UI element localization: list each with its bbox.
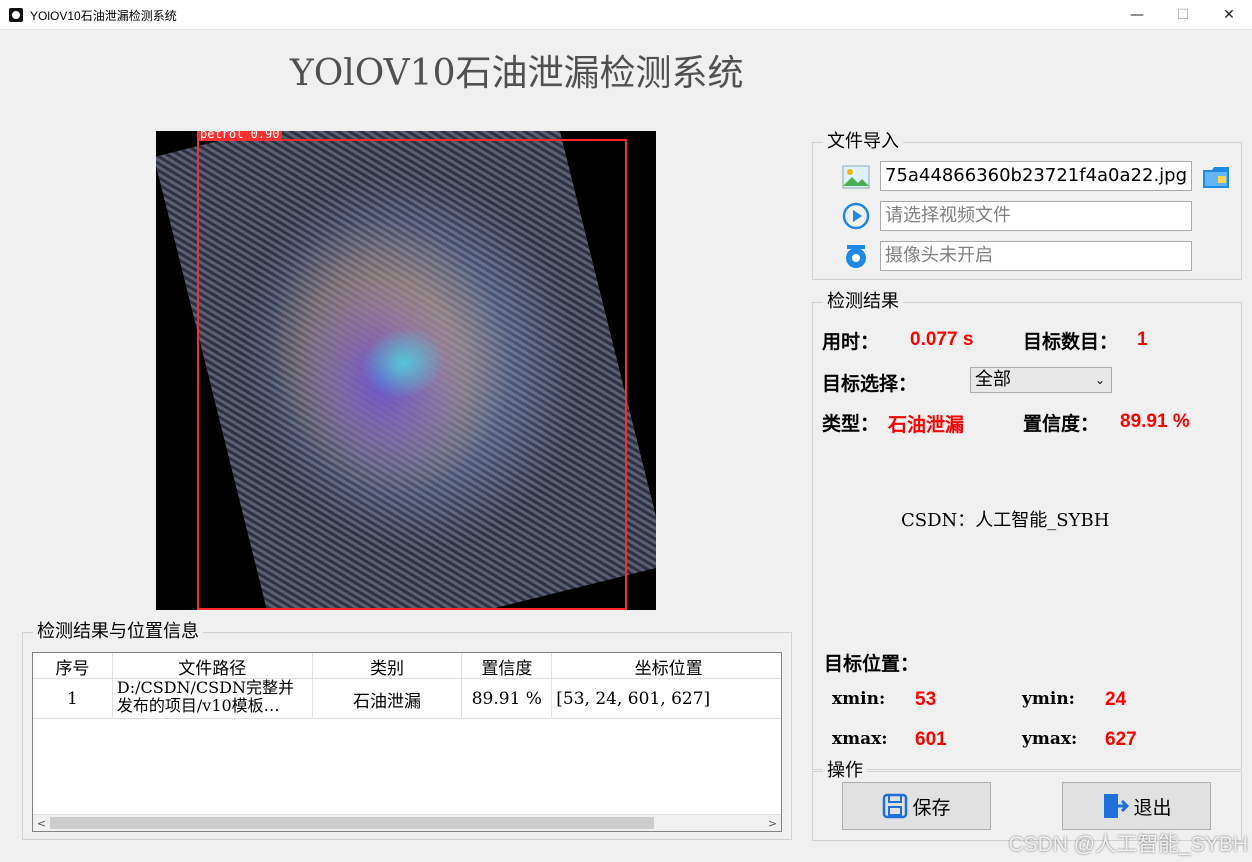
- table-header: 序号 文件路径 类别 置信度 坐标位置: [33, 653, 781, 679]
- image-file-field[interactable]: 75a44866360b23721f4a0a22.jpg: [880, 161, 1192, 191]
- table-row[interactable]: 1 D:/CSDN/CSDN完整并 发布的项目/v10模板… 石油泄漏 89.9…: [33, 679, 781, 719]
- xmin-label: xmin:: [832, 689, 886, 709]
- confidence-value: 89.91 %: [1120, 411, 1190, 432]
- cell-path: D:/CSDN/CSDN完整并 发布的项目/v10模板…: [113, 679, 313, 719]
- time-label: 用时：: [822, 331, 880, 353]
- type-value: 石油泄漏: [888, 414, 965, 436]
- operations-title: 操作: [823, 760, 867, 782]
- ymin-label: ymin:: [1022, 689, 1075, 709]
- detection-label: petrol 0.90: [197, 131, 283, 141]
- window-title: YOlOV10石油泄漏检测系统: [30, 9, 177, 23]
- save-label: 保存: [912, 796, 951, 819]
- header-confidence[interactable]: 置信度: [462, 653, 553, 679]
- cell-category: 石油泄漏: [313, 679, 463, 719]
- cell-coords: [53, 24, 601, 627]: [556, 689, 711, 709]
- app-icon: [9, 8, 23, 22]
- exit-label: 退出: [1133, 796, 1172, 819]
- exit-icon: [1104, 794, 1130, 818]
- ymax-label: ymax:: [1022, 729, 1078, 749]
- ymax-value: 627: [1105, 729, 1137, 750]
- scroll-left-icon[interactable]: <: [33, 815, 50, 831]
- results-table-title: 检测结果与位置信息: [33, 621, 203, 643]
- cell-confidence: 89.91 %: [462, 679, 553, 719]
- title-bar: YOlOV10石油泄漏检测系统 — ☐ ✕: [0, 0, 1252, 30]
- target-select-value: 全部: [975, 369, 1011, 390]
- confidence-label: 置信度：: [1023, 413, 1100, 435]
- save-button[interactable]: 保存: [842, 782, 991, 830]
- target-select[interactable]: 全部 ⌄: [970, 367, 1112, 393]
- folder-icon[interactable]: [1201, 162, 1231, 192]
- time-value: 0.077 s: [910, 329, 974, 350]
- xmin-value: 53: [915, 689, 937, 710]
- credit-text: CSDN：人工智能_SYBH: [901, 510, 1110, 531]
- video-file-field[interactable]: 请选择视频文件: [880, 201, 1192, 231]
- file-import-title: 文件导入: [823, 131, 903, 153]
- camera-icon[interactable]: [841, 241, 871, 271]
- xmax-value: 601: [915, 729, 947, 750]
- detection-result-title: 检测结果: [823, 291, 903, 313]
- header-index[interactable]: 序号: [33, 653, 113, 679]
- cell-index: 1: [33, 679, 113, 719]
- camera-field[interactable]: 摄像头未开启: [880, 241, 1192, 271]
- ymin-value: 24: [1105, 689, 1127, 710]
- header-coords[interactable]: 坐标位置: [552, 653, 781, 679]
- header-category[interactable]: 类别: [313, 653, 463, 679]
- type-label: 类型：: [822, 413, 880, 435]
- image-icon[interactable]: [841, 162, 871, 192]
- save-icon: [883, 793, 908, 819]
- close-button[interactable]: ✕: [1206, 0, 1252, 30]
- target-position-label: 目标位置：: [824, 653, 920, 675]
- target-select-label: 目标选择：: [822, 373, 918, 395]
- xmax-label: xmax:: [832, 729, 888, 749]
- play-icon[interactable]: [841, 201, 871, 231]
- results-table[interactable]: 序号 文件路径 类别 置信度 坐标位置 1 D:/CSDN/CSDN完整并 发布…: [32, 652, 782, 832]
- horizontal-scrollbar[interactable]: < >: [33, 814, 781, 831]
- page-title: YOlOV10石油泄漏检测系统: [290, 53, 744, 94]
- cell-path-line1: D:/CSDN/CSDN完整并: [116, 678, 294, 697]
- chevron-down-icon: ⌄: [1094, 373, 1105, 387]
- header-path[interactable]: 文件路径: [113, 653, 313, 679]
- exit-button[interactable]: 退出: [1062, 782, 1211, 830]
- detection-box: [197, 139, 627, 610]
- watermark: CSDN @人工智能_SYBH: [1008, 833, 1248, 856]
- minimize-button[interactable]: —: [1114, 0, 1160, 30]
- scroll-right-icon[interactable]: >: [764, 815, 781, 831]
- count-label: 目标数目：: [1023, 331, 1119, 353]
- image-view: petrol 0.90: [156, 131, 656, 610]
- maximize-button[interactable]: ☐: [1160, 0, 1206, 30]
- scrollbar-thumb[interactable]: [50, 817, 654, 829]
- cell-path-line2: 发布的项目/v10模板…: [116, 696, 280, 715]
- count-value: 1: [1137, 329, 1148, 350]
